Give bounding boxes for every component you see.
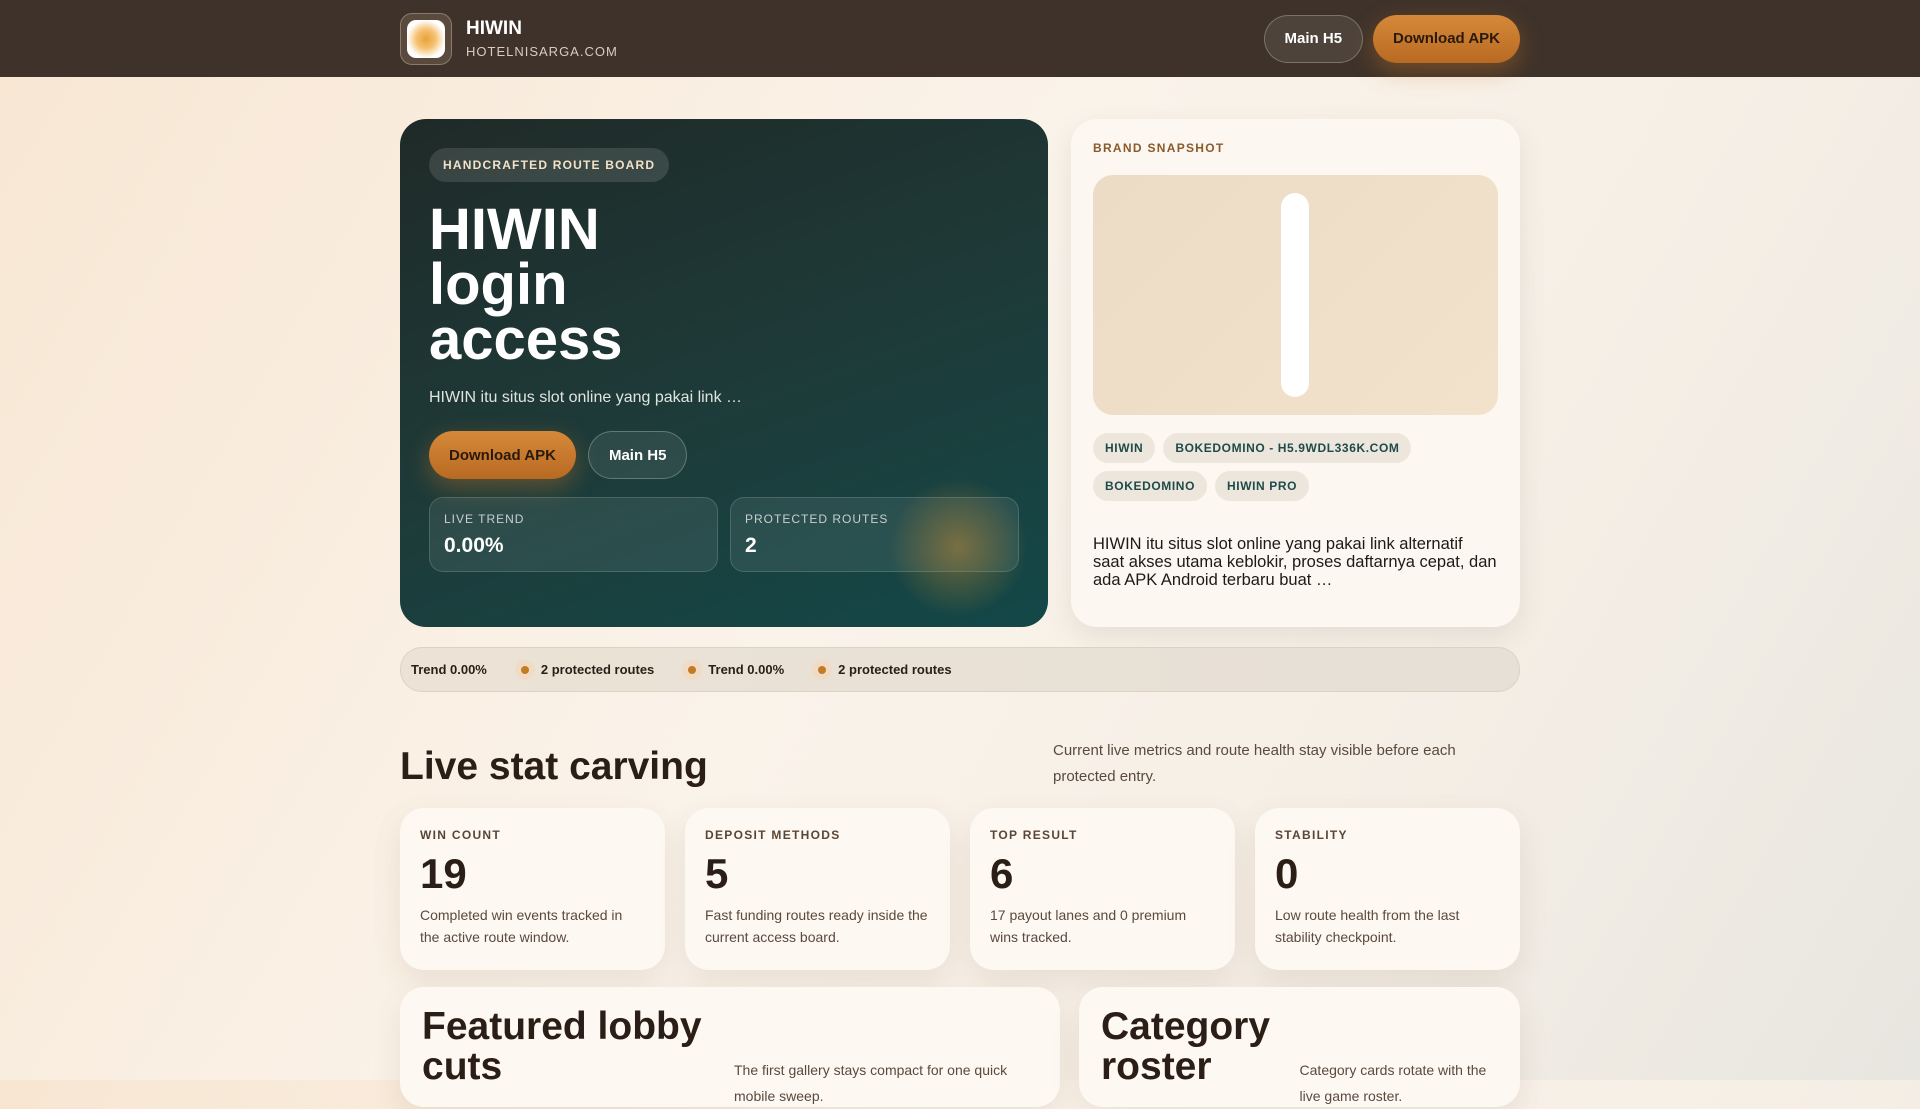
ticker-item: Trend 0.00%	[411, 662, 487, 677]
hero-download-apk-button[interactable]: Download APK	[429, 431, 576, 479]
featured-lobby-card: Featured lobby cuts The first gallery st…	[400, 987, 1060, 1107]
brand-domain: HOTELNISARGA.COM	[466, 44, 618, 59]
stat-cards: WIN COUNT 19 Completed win events tracked …	[400, 808, 1520, 970]
tag[interactable]: BOKEDOMINO	[1093, 471, 1207, 501]
brand-snapshot-card: BRAND SNAPSHOT HIWIN BOKEDOMINO - H5.9WD…	[1071, 119, 1520, 627]
metric-value: 0.00%	[444, 534, 504, 557]
brand-logo	[400, 12, 452, 65]
protected-routes-metric: PROTECTED ROUTES 2	[730, 497, 1019, 572]
category-roster-card: Category roster Category cards rotate wi…	[1079, 987, 1520, 1107]
metric-value: 2	[745, 534, 757, 557]
metric-label: PROTECTED ROUTES	[745, 512, 889, 526]
snapshot-label: BRAND SNAPSHOT	[1093, 141, 1225, 155]
hero-description: HIWIN itu situs slot online yang pakai l…	[429, 389, 743, 406]
stat-card-top-result: TOP RESULT 6 17 payout lanes and 0 premium…	[970, 808, 1235, 970]
top-nav: HIWIN HOTELNISARGA.COM Main H5 Download …	[0, 0, 1920, 77]
hero-card: HANDCRAFTED ROUTE BOARD HIWIN login acce…	[400, 119, 1048, 627]
featured-title: Featured lobby cuts	[422, 1005, 702, 1088]
stat-card-deposit-methods: DEPOSIT METHODS 5 Fast funding routes read…	[685, 808, 950, 970]
hero-title: HIWIN login access	[429, 197, 623, 372]
tag[interactable]: HIWIN PRO	[1215, 471, 1310, 501]
brand[interactable]: HIWIN HOTELNISARGA.COM	[400, 12, 618, 65]
category-title: Category roster	[1101, 1005, 1271, 1088]
main-h5-button[interactable]: Main H5	[1263, 14, 1364, 63]
image-placeholder-bar	[1281, 193, 1309, 397]
logo-image	[407, 19, 445, 58]
stat-card-win-count: WIN COUNT 19 Completed win events tracked …	[400, 808, 665, 970]
metric-label: LIVE TREND	[444, 512, 525, 526]
dot-icon	[682, 659, 703, 680]
tag[interactable]: BOKEDOMINO - H5.9WDL336K.COM	[1163, 433, 1412, 463]
ticker-item: Trend 0.00%	[682, 659, 784, 680]
snapshot-description: HIWIN itu situs slot online yang pakai l…	[1093, 535, 1497, 589]
ticker-item: 2 protected routes	[812, 659, 952, 680]
download-apk-button[interactable]: Download APK	[1373, 14, 1520, 63]
dot-icon	[514, 659, 535, 680]
ticker-item: 2 protected routes	[514, 659, 654, 680]
ticker-strip: Trend 0.00% 2 protected routes Trend 0.0…	[400, 647, 1520, 692]
hero-pill: HANDCRAFTED ROUTE BOARD	[429, 148, 670, 182]
hero-main-h5-button[interactable]: Main H5	[587, 431, 688, 479]
section-description: Current live metrics and route health st…	[1053, 742, 1456, 785]
tag[interactable]: HIWIN	[1093, 433, 1156, 463]
category-description: Category cards rotate with the live game…	[1299, 1062, 1487, 1104]
brand-name: HIWIN	[466, 18, 522, 39]
featured-description: The first gallery stays compact for one …	[734, 1062, 1008, 1104]
snapshot-image	[1093, 175, 1498, 415]
section-title: Live stat carving	[400, 745, 708, 788]
stat-card-stability: STABILITY 0 Low route health from the last…	[1255, 808, 1520, 970]
live-trend-metric: LIVE TREND 0.00%	[429, 497, 718, 572]
dot-icon	[812, 659, 833, 680]
